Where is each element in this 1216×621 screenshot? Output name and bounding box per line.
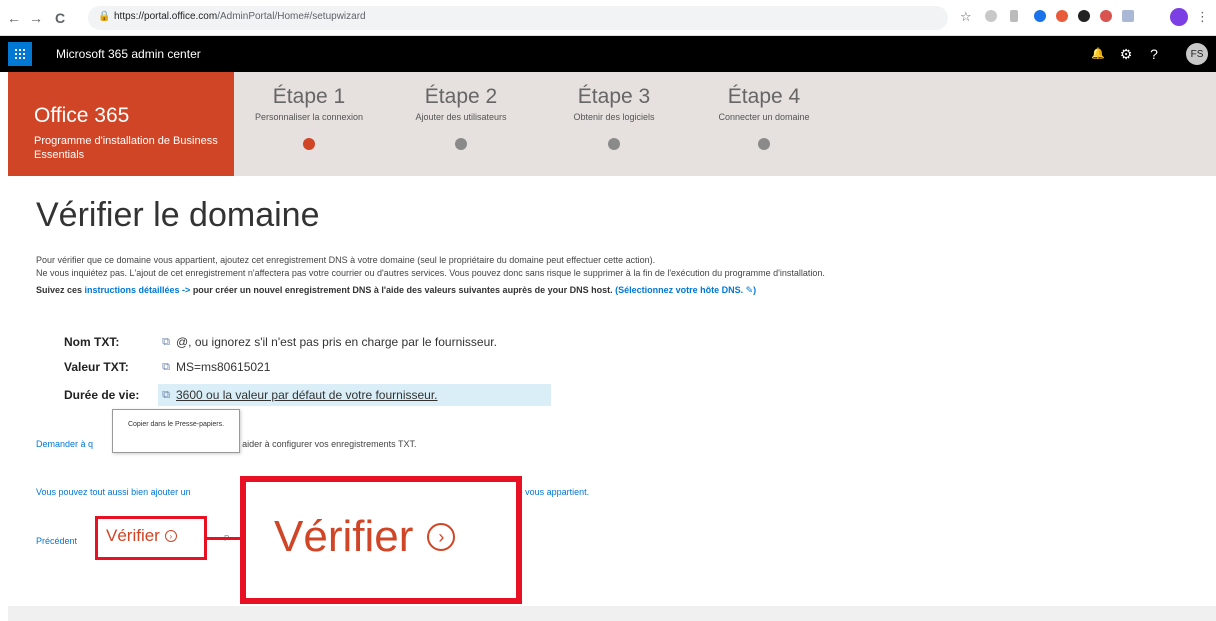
intro-line-1: Pour vérifier que ce domaine vous appart… (36, 255, 656, 265)
chevron-right-circle-icon: › (427, 523, 456, 551)
alternative-link[interactable]: Vous pouvez tout aussi bien ajouter un (36, 487, 191, 497)
step-indicator (758, 138, 770, 150)
user-avatar[interactable]: FS (1186, 43, 1208, 65)
settings-gear-icon[interactable]: ⚙ (1116, 44, 1136, 64)
copy-icon[interactable]: ⧉ (160, 361, 172, 373)
url-text: https://portal.office.com/AdminPortal/Ho… (114, 11, 366, 22)
footer-bar (8, 606, 1216, 621)
ttl-row: Durée de vie: ⧉ 3600 ou la valeur par déf… (64, 384, 551, 406)
intro-line-2: Ne vous inquiétez pas. L'ajout de cet en… (36, 268, 825, 278)
bookmark-star-icon[interactable]: ☆ (960, 9, 972, 25)
txt-value-label: Valeur TXT: (64, 360, 129, 374)
txt-value-row: Valeur TXT: ⧉ MS=ms80615021 (64, 356, 270, 378)
verify-button-zoomed: Vérifier › (274, 512, 456, 562)
wizard-step-2: Étape 2 Ajouter des utilisateurs (386, 84, 536, 150)
help-icon[interactable]: ? (1144, 44, 1164, 64)
ttl-label: Durée de vie: (64, 388, 140, 402)
extension-icon[interactable] (1010, 10, 1018, 22)
txt-value-value: ⧉ MS=ms80615021 (158, 356, 270, 378)
brand-title: Office 365 (34, 104, 130, 127)
back-arrow-icon[interactable]: ← (6, 9, 22, 27)
wizard-brand-panel: Office 365 Programme d'installation de B… (8, 72, 234, 176)
verify-zoom-callout: Vérifier › (240, 476, 522, 604)
browser-menu-icon[interactable]: ⋮ (1196, 9, 1209, 25)
intro-line-3: Suivez ces instructions détaillées -> po… (36, 285, 757, 295)
copy-icon[interactable]: ⧉ (160, 389, 172, 401)
step-subtitle: Ajouter des utilisateurs (415, 112, 507, 122)
extension-icon[interactable] (985, 10, 997, 22)
wizard-step-1: Étape 1 Personnaliser la connexion (234, 84, 384, 150)
wizard-step-4: Étape 4 Connecter un domaine (689, 84, 839, 150)
previous-link[interactable]: Précédent (36, 536, 77, 546)
extension-icon[interactable] (1122, 10, 1134, 22)
txt-name-label: Nom TXT: (64, 335, 120, 349)
step-title: Étape 3 (577, 85, 651, 108)
step-title: Étape 2 (424, 85, 498, 108)
ask-for-help-link[interactable]: Demander à q (36, 439, 93, 449)
txt-name-value: ⧉ @, ou ignorez s'il n'est pas pris en ch… (158, 331, 497, 353)
chevron-right-circle-icon: › (164, 530, 177, 542)
copy-icon[interactable]: ⧉ (160, 336, 172, 348)
step-subtitle: Personnaliser la connexion (254, 112, 364, 122)
brand-subtitle: Programme d'installation de Business Ess… (34, 135, 218, 161)
step-subtitle: Obtenir des logiciels (573, 112, 655, 122)
step-title: Étape 4 (727, 85, 801, 108)
step-indicator (608, 138, 620, 150)
page-title: Vérifier le domaine (36, 196, 320, 234)
forward-arrow-icon[interactable]: → (28, 9, 44, 27)
reload-icon[interactable]: C (52, 9, 68, 27)
verify-button[interactable]: Vérifier › (106, 526, 177, 546)
copy-tooltip: Copier dans le Presse-papiers. (112, 409, 240, 453)
setup-wizard-header: Office 365 Programme d'installation de B… (8, 72, 1216, 176)
app-launcher-icon[interactable] (8, 42, 32, 66)
browser-toolbar: ← → C 🔒 https://portal.office.com/AdminP… (0, 0, 1216, 36)
app-title[interactable]: Microsoft 365 admin center (56, 47, 201, 61)
step-indicator (455, 138, 467, 150)
address-bar[interactable]: 🔒 https://portal.office.com/AdminPortal/… (88, 6, 948, 30)
extension-icon[interactable] (1056, 10, 1068, 22)
detailed-instructions-link[interactable]: instructions détaillées -> (85, 285, 191, 295)
step-indicator-active (303, 138, 315, 150)
step-title: Étape 1 (272, 85, 346, 108)
step-subtitle: Connecter un domaine (718, 112, 810, 122)
extension-icon[interactable] (1100, 10, 1112, 22)
notification-bell-icon[interactable]: 🔔 (1088, 44, 1108, 64)
extension-icon[interactable] (1034, 10, 1046, 22)
wizard-step-3: Étape 3 Obtenir des logiciels (539, 84, 689, 150)
txt-name-row: Nom TXT: ⧉ @, ou ignorez s'il n'est pas p… (64, 331, 497, 353)
app-header: Microsoft 365 admin center 🔔 ⚙ ? FS (0, 36, 1216, 72)
select-dns-host-link[interactable]: (Sélectionnez votre hôte DNS. ✎) (613, 285, 756, 295)
profile-avatar-icon[interactable] (1170, 8, 1188, 26)
lock-icon: 🔒 (98, 11, 111, 22)
ttl-value[interactable]: ⧉ 3600 ou la valeur par défaut de votre f… (158, 384, 551, 406)
intro-text: Pour vérifier que ce domaine vous appart… (36, 254, 1206, 297)
extension-icon[interactable] (1078, 10, 1090, 22)
